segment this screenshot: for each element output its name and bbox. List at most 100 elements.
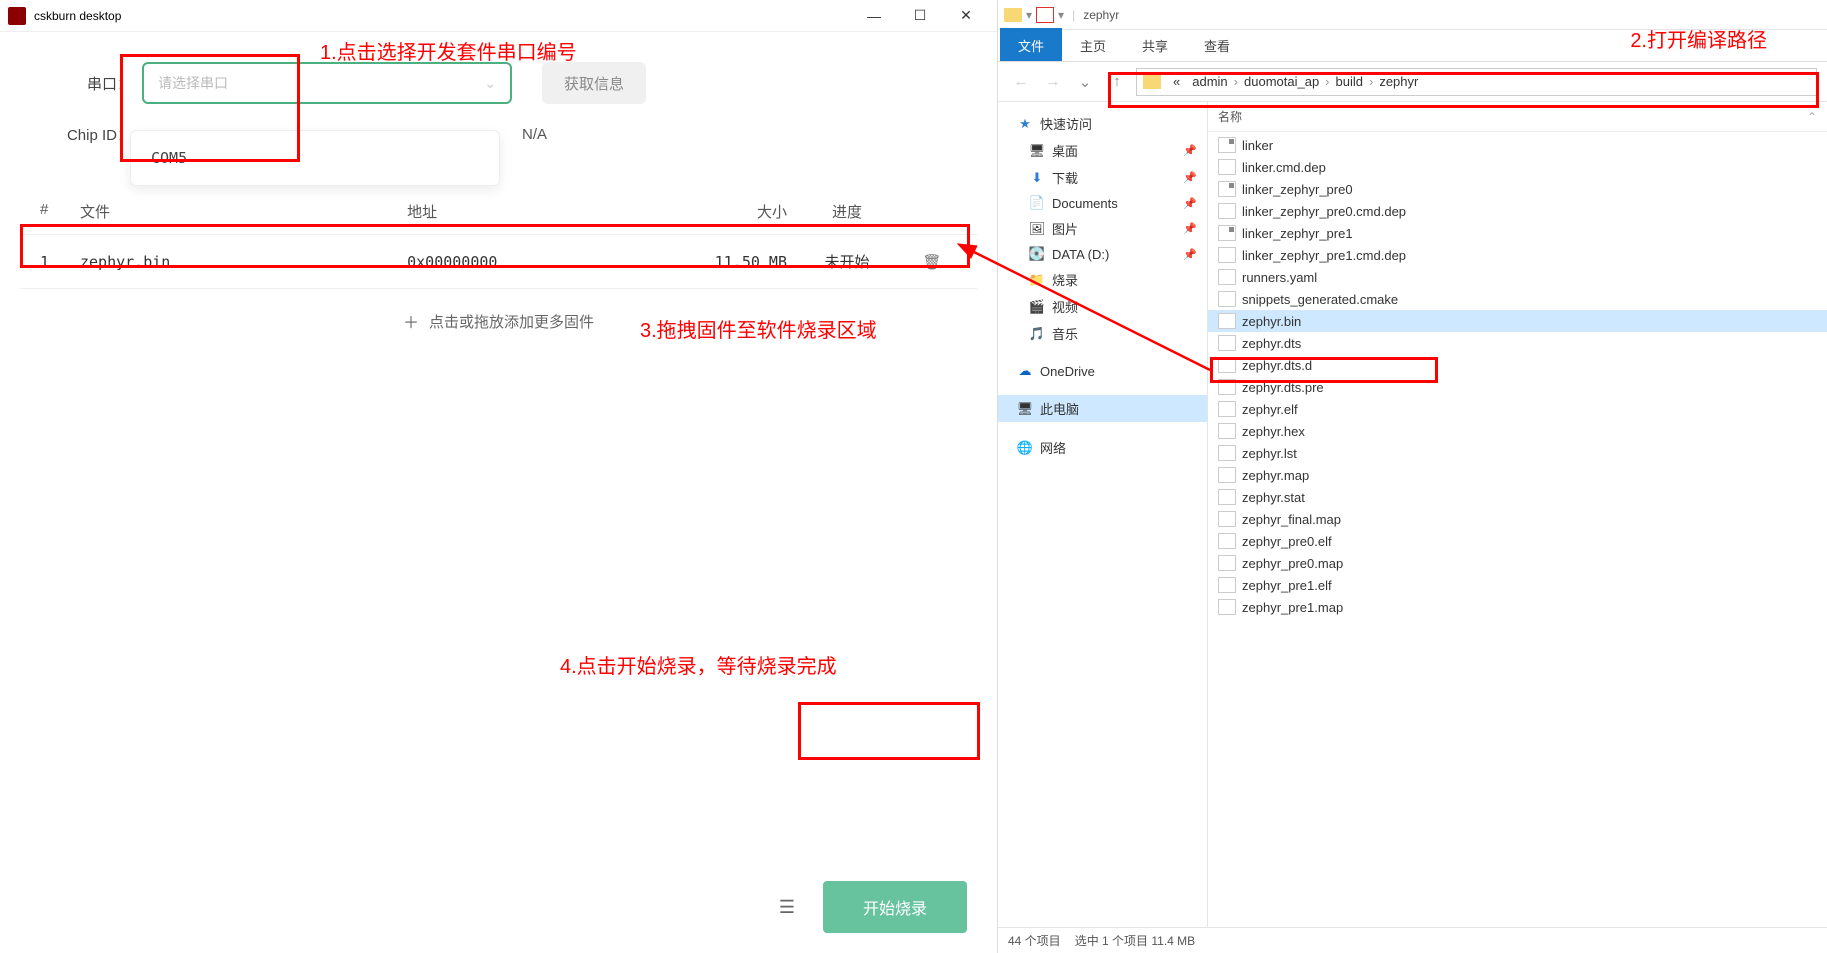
- pin-icon: 📌: [1183, 171, 1197, 184]
- close-button[interactable]: ✕: [943, 0, 989, 32]
- file-icon: [1218, 599, 1236, 615]
- file-name: linker: [1242, 138, 1273, 153]
- file-item[interactable]: zephyr.lst: [1208, 442, 1827, 464]
- table-header: # 文件 地址 大小 进度: [20, 189, 977, 235]
- file-item[interactable]: zephyr.stat: [1208, 486, 1827, 508]
- file-icon: [1218, 181, 1236, 197]
- tab-view[interactable]: 查看: [1186, 28, 1248, 61]
- add-hint: 点击或拖放添加更多固件: [429, 311, 594, 332]
- explorer-title: zephyr: [1083, 8, 1119, 22]
- col-name: 名称: [1218, 108, 1242, 125]
- file-item[interactable]: runners.yaml: [1208, 266, 1827, 288]
- file-item[interactable]: linker_zephyr_pre1: [1208, 222, 1827, 244]
- file-item[interactable]: linker.cmd.dep: [1208, 156, 1827, 178]
- explorer-status-bar: 44 个项目 选中 1 个项目 11.4 MB: [998, 927, 1827, 953]
- file-name: zephyr.hex: [1242, 424, 1305, 439]
- start-burn-button[interactable]: 开始烧录: [823, 881, 967, 933]
- file-name: zephyr_pre1.elf: [1242, 578, 1332, 593]
- menu-icon[interactable]: ☰: [771, 889, 803, 926]
- tab-file[interactable]: 文件: [1000, 28, 1062, 61]
- file-item[interactable]: zephyr.hex: [1208, 420, 1827, 442]
- nav-recent-icon[interactable]: ⌄: [1072, 69, 1098, 95]
- file-item[interactable]: zephyr.map: [1208, 464, 1827, 486]
- file-item[interactable]: linker_zephyr_pre1.cmd.dep: [1208, 244, 1827, 266]
- row-num: 1: [40, 253, 80, 271]
- folder-icon: [1004, 8, 1022, 22]
- file-icon: [1218, 423, 1236, 439]
- qat-drop-icon[interactable]: ▾: [1026, 8, 1032, 22]
- window-title: cskburn desktop: [34, 9, 121, 23]
- annotation-4: 4.点击开始烧录，等待烧录完成: [560, 650, 837, 679]
- serial-placeholder: 请选择串口: [158, 73, 228, 93]
- pin-icon: 📌: [1183, 197, 1197, 210]
- file-item[interactable]: zephyr.elf: [1208, 398, 1827, 420]
- qat-props-icon[interactable]: [1036, 7, 1054, 23]
- serial-select[interactable]: 请选择串口 ⌄: [142, 62, 512, 104]
- col-addr: 地址: [407, 201, 647, 222]
- nav-forward-icon[interactable]: →: [1040, 69, 1066, 95]
- file-item[interactable]: zephyr_final.map: [1208, 508, 1827, 530]
- file-name: linker.cmd.dep: [1242, 160, 1326, 175]
- file-item[interactable]: linker_zephyr_pre0.cmd.dep: [1208, 200, 1827, 222]
- qat-sep: |: [1072, 8, 1075, 22]
- file-name: linker_zephyr_pre0.cmd.dep: [1242, 204, 1406, 219]
- bc-duomotai[interactable]: duomotai_ap: [1238, 74, 1325, 89]
- breadcrumb-folder-icon: [1143, 75, 1161, 89]
- file-item[interactable]: linker_zephyr_pre0: [1208, 178, 1827, 200]
- file-item[interactable]: zephyr.dts.pre: [1208, 376, 1827, 398]
- bc-build[interactable]: build: [1330, 74, 1369, 89]
- tab-home[interactable]: 主页: [1062, 28, 1124, 61]
- nav-pictures[interactable]: 🖼图片📌: [998, 215, 1207, 242]
- maximize-button[interactable]: ☐: [897, 0, 943, 32]
- file-name: zephyr.elf: [1242, 402, 1298, 417]
- sort-chevron-icon: ⌃: [1807, 110, 1817, 124]
- file-name: snippets_generated.cmake: [1242, 292, 1398, 307]
- chevron-down-icon: ⌄: [484, 75, 496, 92]
- nav-up-icon[interactable]: ↑: [1104, 69, 1130, 95]
- file-item[interactable]: zephyr_pre0.elf: [1208, 530, 1827, 552]
- bc-admin[interactable]: admin: [1186, 74, 1233, 89]
- serial-label: 串口：: [60, 73, 132, 94]
- file-icon: [1218, 577, 1236, 593]
- nav-back-icon[interactable]: ←: [1008, 69, 1034, 95]
- serial-option-com5[interactable]: COM5: [137, 137, 493, 179]
- minimize-button[interactable]: —: [851, 0, 897, 32]
- file-item[interactable]: zephyr.dts: [1208, 332, 1827, 354]
- file-item[interactable]: zephyr_pre1.elf: [1208, 574, 1827, 596]
- nav-network[interactable]: 🌐网络: [998, 434, 1207, 461]
- plus-icon: ＋: [403, 309, 419, 333]
- file-icon: [1218, 555, 1236, 571]
- breadcrumb[interactable]: « admin › duomotai_ap › build › zephyr: [1136, 68, 1817, 96]
- nav-quick-access[interactable]: ★快速访问: [998, 110, 1207, 137]
- file-item[interactable]: zephyr.bin: [1208, 310, 1827, 332]
- nav-this-pc[interactable]: 🖥此电脑: [998, 395, 1207, 422]
- table-row[interactable]: 1 zephyr.bin 0x00000000 11.50 MB 未开始 🗑: [20, 235, 977, 289]
- nav-desktop[interactable]: 🖥桌面📌: [998, 137, 1207, 164]
- status-selected: 选中 1 个项目 11.4 MB: [1075, 932, 1195, 949]
- qat-drop2-icon[interactable]: ▾: [1058, 8, 1064, 22]
- file-item[interactable]: zephyr.dts.d: [1208, 354, 1827, 376]
- file-item[interactable]: zephyr_pre1.map: [1208, 596, 1827, 618]
- bc-overflow[interactable]: «: [1167, 74, 1186, 89]
- file-pane: 名称 ⌃ linker linker.cmd.dep linker_zephyr_pr…: [1208, 102, 1827, 927]
- get-info-button[interactable]: 获取信息: [542, 62, 646, 104]
- file-name: zephyr.dts.pre: [1242, 380, 1324, 395]
- titlebar: cskburn desktop — ☐ ✕: [0, 0, 997, 32]
- explorer-body: ★快速访问 🖥桌面📌 ⬇下载📌 📄Documents📌 🖼图片📌 💽DATA (…: [998, 102, 1827, 927]
- delete-row-icon[interactable]: 🗑: [907, 253, 957, 271]
- file-item[interactable]: snippets_generated.cmake: [1208, 288, 1827, 310]
- file-item[interactable]: zephyr_pre0.map: [1208, 552, 1827, 574]
- nav-downloads[interactable]: ⬇下载📌: [998, 164, 1207, 191]
- tab-share[interactable]: 共享: [1124, 28, 1186, 61]
- annotation-1: 1.点击选择开发套件串口编号: [320, 36, 577, 65]
- file-name: linker_zephyr_pre0: [1242, 182, 1353, 197]
- cskburn-window: cskburn desktop — ☐ ✕ 1.点击选择开发套件串口编号 串口：…: [0, 0, 998, 953]
- file-item[interactable]: linker: [1208, 134, 1827, 156]
- col-num: #: [40, 201, 80, 222]
- explorer-window: ▾ ▾ | zephyr 2.打开编译路径 文件 主页 共享 查看 ← → ⌄ …: [998, 0, 1827, 953]
- bc-zephyr[interactable]: zephyr: [1373, 74, 1424, 89]
- file-list-header[interactable]: 名称 ⌃: [1208, 102, 1827, 132]
- file-name: zephyr.dts.d: [1242, 358, 1312, 373]
- nav-documents[interactable]: 📄Documents📌: [998, 191, 1207, 215]
- col-prog: 进度: [787, 201, 907, 222]
